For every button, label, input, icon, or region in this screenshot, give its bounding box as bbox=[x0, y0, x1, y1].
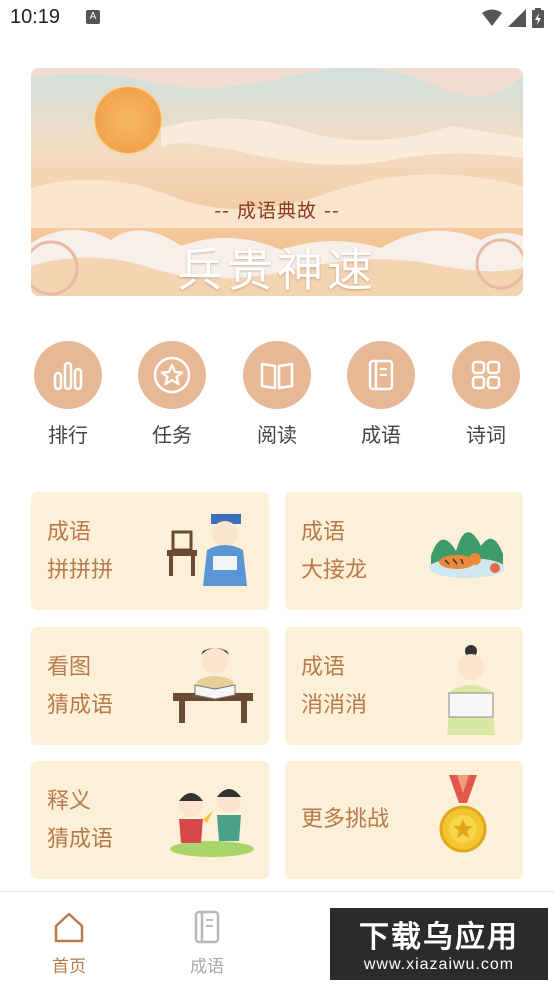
reader-illustration bbox=[173, 648, 253, 723]
banner-title: 兵贵神速 bbox=[177, 243, 377, 296]
watermark-title: 下载乌应用 bbox=[359, 920, 519, 955]
quick-label: 诗词 bbox=[466, 423, 506, 447]
idiom-story-banner[interactable]: -- 成语典故 -- 兵贵神速 bbox=[31, 68, 523, 296]
card-line1: 释义 bbox=[47, 789, 92, 814]
banner-subtitle: -- 成语典故 -- bbox=[214, 200, 340, 222]
quick-label: 任务 bbox=[152, 423, 192, 447]
nav-home-label: 首页 bbox=[52, 957, 86, 977]
quick-item-idioms[interactable]: 成语 bbox=[341, 341, 421, 448]
quick-label: 阅读 bbox=[257, 423, 297, 447]
quick-label: 成语 bbox=[361, 423, 401, 447]
card-line2: 猜成语 bbox=[47, 693, 114, 718]
nav-home[interactable]: 首页 bbox=[24, 910, 114, 977]
notebook-icon bbox=[347, 341, 415, 409]
card-idiom-match[interactable]: 成语 消消消 bbox=[285, 627, 523, 745]
children-illustration bbox=[170, 789, 254, 857]
card-line1: 成语 bbox=[47, 520, 92, 545]
medal-icon bbox=[439, 775, 487, 853]
open-book-icon bbox=[243, 341, 311, 409]
quick-item-poetry[interactable]: 诗词 bbox=[446, 341, 526, 448]
card-guess-by-meaning[interactable]: 释义 猜成语 bbox=[31, 761, 269, 879]
home-icon bbox=[54, 912, 84, 943]
nav-idioms[interactable]: 成语 bbox=[162, 910, 252, 977]
quick-item-tasks[interactable]: 任务 bbox=[132, 341, 212, 448]
star-circle-icon bbox=[138, 341, 206, 409]
notification-a-icon: A bbox=[86, 10, 100, 24]
scholar-illustration bbox=[167, 514, 247, 586]
card-idiom-puzzle[interactable]: 成语 拼拼拼 bbox=[31, 492, 269, 610]
scroll-reader-illustration bbox=[447, 645, 495, 735]
wifi-icon bbox=[482, 9, 502, 26]
card-line2: 大接龙 bbox=[301, 558, 368, 583]
bottom-nav: 首页 成语 下载乌应用 www.xiazaiwu.com bbox=[0, 891, 554, 985]
watermark-url: www.xiazaiwu.com bbox=[363, 956, 515, 973]
bar-chart-icon bbox=[34, 341, 102, 409]
signal-icon bbox=[508, 9, 526, 27]
grid-icon bbox=[452, 341, 520, 409]
status-icons bbox=[482, 8, 544, 28]
quick-item-reading[interactable]: 阅读 bbox=[237, 341, 317, 448]
tiger-illustration bbox=[429, 532, 505, 578]
quick-label: 排行 bbox=[48, 423, 88, 447]
card-line1: 成语 bbox=[301, 655, 346, 680]
site-watermark: 下载乌应用 www.xiazaiwu.com bbox=[328, 906, 550, 982]
card-line1: 看图 bbox=[47, 655, 92, 680]
card-line2: 消消消 bbox=[301, 693, 368, 718]
status-bar: 10:19 A bbox=[0, 0, 554, 36]
card-line1: 更多挑战 bbox=[301, 807, 390, 832]
card-guess-by-picture[interactable]: 看图 猜成语 bbox=[31, 627, 269, 745]
card-more-challenges[interactable]: 更多挑战 bbox=[285, 761, 523, 879]
notebook-icon bbox=[194, 910, 220, 944]
nav-idioms-label: 成语 bbox=[190, 957, 224, 977]
card-line2: 猜成语 bbox=[47, 827, 114, 852]
battery-icon bbox=[532, 8, 544, 28]
status-time: 10:19 bbox=[10, 6, 61, 28]
card-idiom-chain[interactable]: 成语 大接龙 bbox=[285, 492, 523, 610]
card-line2: 拼拼拼 bbox=[47, 558, 114, 583]
card-line1: 成语 bbox=[301, 520, 346, 545]
quick-item-ranking[interactable]: 排行 bbox=[28, 341, 108, 448]
